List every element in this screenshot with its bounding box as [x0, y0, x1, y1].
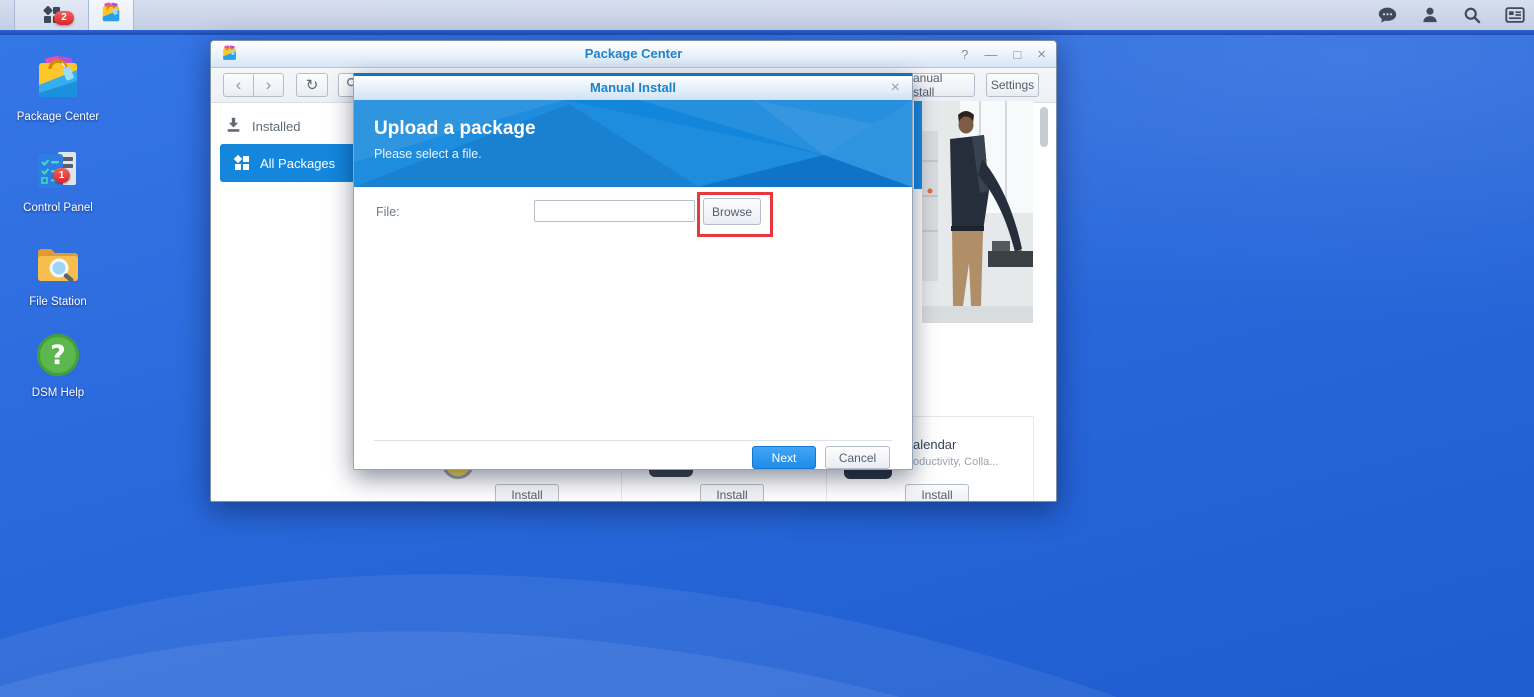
sidebar-item-label: Installed [252, 119, 300, 134]
close-icon[interactable]: × [891, 79, 900, 97]
back-button[interactable]: ‹ [223, 73, 254, 97]
card-separator [1033, 416, 1034, 502]
package-center-bag-icon [100, 2, 122, 29]
installed-download-icon [225, 116, 242, 136]
main-menu-button[interactable]: 2 [14, 0, 89, 30]
dialog-title: Manual Install [354, 80, 912, 95]
install-label: Install [511, 488, 542, 502]
banner-subheading: Please select a file. [374, 147, 482, 161]
taskbar: 2 [0, 0, 1534, 30]
main-menu-badge: 2 [54, 11, 74, 25]
question-mark-glyph: ? [50, 340, 66, 371]
forward-button[interactable]: › [253, 73, 284, 97]
help-icon[interactable]: ? [961, 48, 968, 61]
cancel-label: Cancel [839, 451, 876, 465]
sidebar-item-installed[interactable]: Installed [225, 116, 300, 136]
install-button[interactable]: Install [700, 484, 764, 502]
desktop-icon-package-center[interactable]: Package Center [10, 55, 106, 124]
banner-polygon-art [354, 100, 912, 187]
chat-icon[interactable] [1377, 5, 1398, 26]
browse-button[interactable]: Browse [703, 198, 761, 225]
control-panel-icon: 1 [34, 146, 82, 199]
chevron-right-icon: › [266, 76, 272, 93]
chevron-left-icon: ‹ [236, 76, 242, 93]
desktop-icon-label: DSM Help [10, 387, 106, 400]
install-button[interactable]: Install [495, 484, 559, 502]
control-panel-badge: 1 [53, 168, 70, 183]
manual-install-dialog: Manual Install × Upload a package Please… [353, 73, 913, 470]
refresh-button[interactable]: ↻ [296, 73, 328, 97]
sidebar-item-label: All Packages [260, 156, 335, 171]
desktop-icon-label: Control Panel [10, 202, 106, 215]
package-card-title-fragment: alendar [913, 437, 956, 452]
desktop-icon-label: File Station [10, 296, 106, 309]
banner-heading: Upload a package [374, 118, 536, 140]
scrollbar-thumb[interactable] [1040, 107, 1048, 147]
next-label: Next [772, 451, 797, 465]
dialog-banner: Upload a package Please select a file. [354, 100, 912, 187]
settings-label: Settings [991, 78, 1034, 92]
taskbar-accent-strip [0, 30, 1534, 35]
featured-photo [922, 101, 1033, 323]
pilot-view-icon[interactable] [1504, 4, 1526, 26]
all-packages-grid-icon [234, 155, 250, 171]
window-titlebar[interactable]: Package Center ? — □ × [211, 41, 1056, 68]
refresh-icon: ↻ [306, 76, 319, 94]
install-label: Install [921, 488, 952, 502]
file-label: File: [376, 205, 400, 219]
file-path-input[interactable] [534, 200, 695, 222]
taskbar-package-center-button[interactable] [89, 0, 134, 30]
settings-button[interactable]: Settings [986, 73, 1039, 97]
window-controls: ? — □ × [961, 41, 1046, 67]
dialog-titlebar[interactable]: Manual Install × [354, 76, 912, 100]
maximize-icon[interactable]: □ [1013, 48, 1021, 61]
file-station-icon [34, 240, 82, 293]
dsm-help-icon: ? [34, 331, 82, 384]
browse-label: Browse [712, 205, 752, 219]
taskbar-tray [1377, 0, 1526, 30]
package-card-subtitle-fragment: oductivity, Colla... [913, 456, 998, 468]
install-button[interactable]: Install [905, 484, 969, 502]
user-icon[interactable] [1420, 5, 1440, 25]
package-center-icon [34, 55, 82, 108]
desktop-icon-label: Package Center [10, 111, 106, 124]
desktop-icon-control-panel[interactable]: 1 Control Panel [10, 146, 106, 215]
desktop-icon-file-station[interactable]: File Station [10, 240, 106, 309]
window-title: Package Center [211, 46, 1056, 61]
next-button[interactable]: Next [752, 446, 816, 469]
install-label: Install [716, 488, 747, 502]
cancel-button[interactable]: Cancel [825, 446, 890, 469]
minimize-icon[interactable]: — [984, 48, 997, 61]
manual-install-label: Manual Install [903, 71, 974, 99]
dialog-footer-divider [374, 440, 892, 441]
close-icon[interactable]: × [1037, 47, 1046, 62]
search-icon[interactable] [1462, 5, 1482, 25]
desktop-icon-dsm-help[interactable]: ? DSM Help [10, 331, 106, 400]
